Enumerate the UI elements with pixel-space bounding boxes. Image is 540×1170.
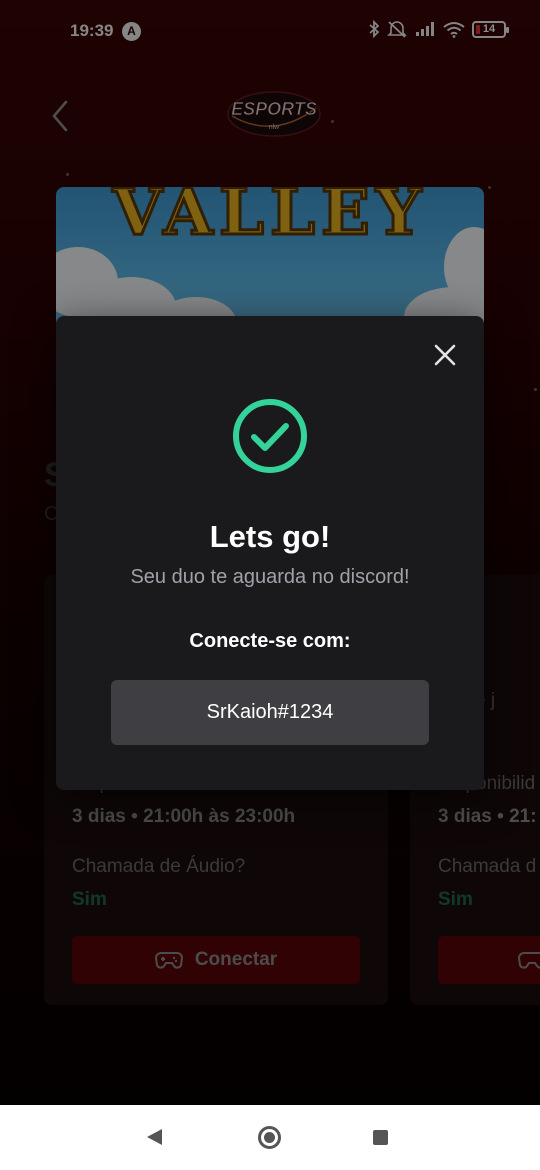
nav-home-icon[interactable] (258, 1126, 281, 1149)
app-screen: 19:39 A 14 ESPORTS nlw VALLEY C 3 dias •… (0, 0, 540, 1105)
connect-with-label: Conecte-se com: (189, 630, 351, 652)
close-button[interactable] (432, 342, 458, 368)
discord-tag: SrKaioh#1234 (206, 701, 334, 723)
match-modal: Lets go! Seu duo te aguarda no discord! … (56, 316, 484, 790)
nav-recents-icon[interactable] (373, 1130, 388, 1145)
check-circle-icon (233, 399, 307, 473)
nav-back-icon[interactable] (147, 1129, 162, 1145)
modal-subtitle: Seu duo te aguarda no discord! (130, 566, 410, 588)
close-icon (434, 344, 456, 366)
modal-title: Lets go! (209, 519, 331, 554)
system-nav-bar (0, 1105, 540, 1170)
discord-tag-box[interactable]: SrKaioh#1234 (111, 680, 429, 745)
